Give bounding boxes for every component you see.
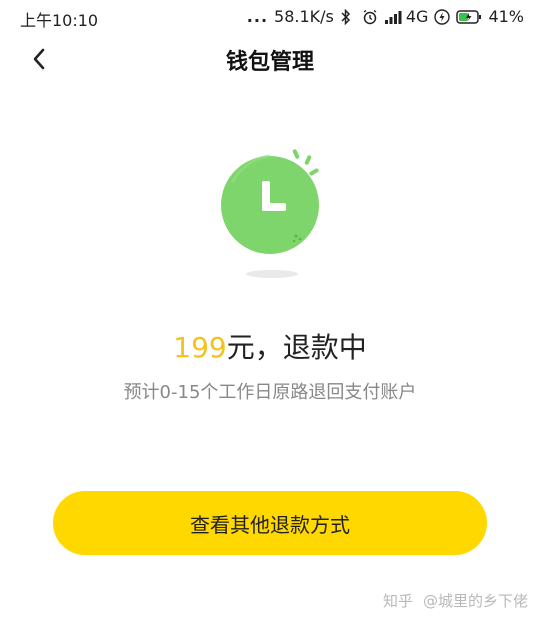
bluetooth-icon: [340, 8, 356, 25]
watermark-user: @城里的乡下佬: [422, 592, 528, 610]
network-speed: 58.1K/s: [274, 7, 334, 26]
refund-status-page: 上午10:10 ... 58.1K/s 4G 41% 钱包管理 199元，退款中…: [0, 0, 540, 625]
watermark-site: 知乎: [382, 592, 413, 610]
nav-header: 钱包管理: [0, 34, 540, 84]
status-indicators: ... 58.1K/s 4G 41%: [247, 7, 524, 26]
clock-icon: [221, 149, 319, 278]
page-title: 钱包管理: [225, 50, 314, 75]
network-type: 4G: [405, 7, 429, 26]
refund-eta-text: 预计0-15个工作日原路退回支付账户: [123, 382, 417, 403]
refund-status-line: 199元，退款中: [0, 326, 540, 366]
battery-icon: [456, 9, 482, 25]
battery-percent: 41%: [488, 7, 524, 26]
status-time: 上午10:10: [20, 11, 99, 30]
flash-icon: [434, 8, 451, 25]
refund-status-text: 元，退款中: [226, 331, 367, 364]
watermark: 知乎 @城里的乡下佬: [383, 590, 528, 611]
status-bar: 上午10:10 ... 58.1K/s 4G 41%: [0, 0, 540, 34]
notification-dots: ...: [246, 7, 269, 26]
refund-amount: 199: [173, 331, 227, 364]
signal-icon: [384, 9, 402, 25]
other-refund-methods-button[interactable]: 查看其他退款方式: [53, 491, 487, 555]
clock-illustration: [210, 143, 340, 283]
alarm-icon: [362, 9, 378, 25]
